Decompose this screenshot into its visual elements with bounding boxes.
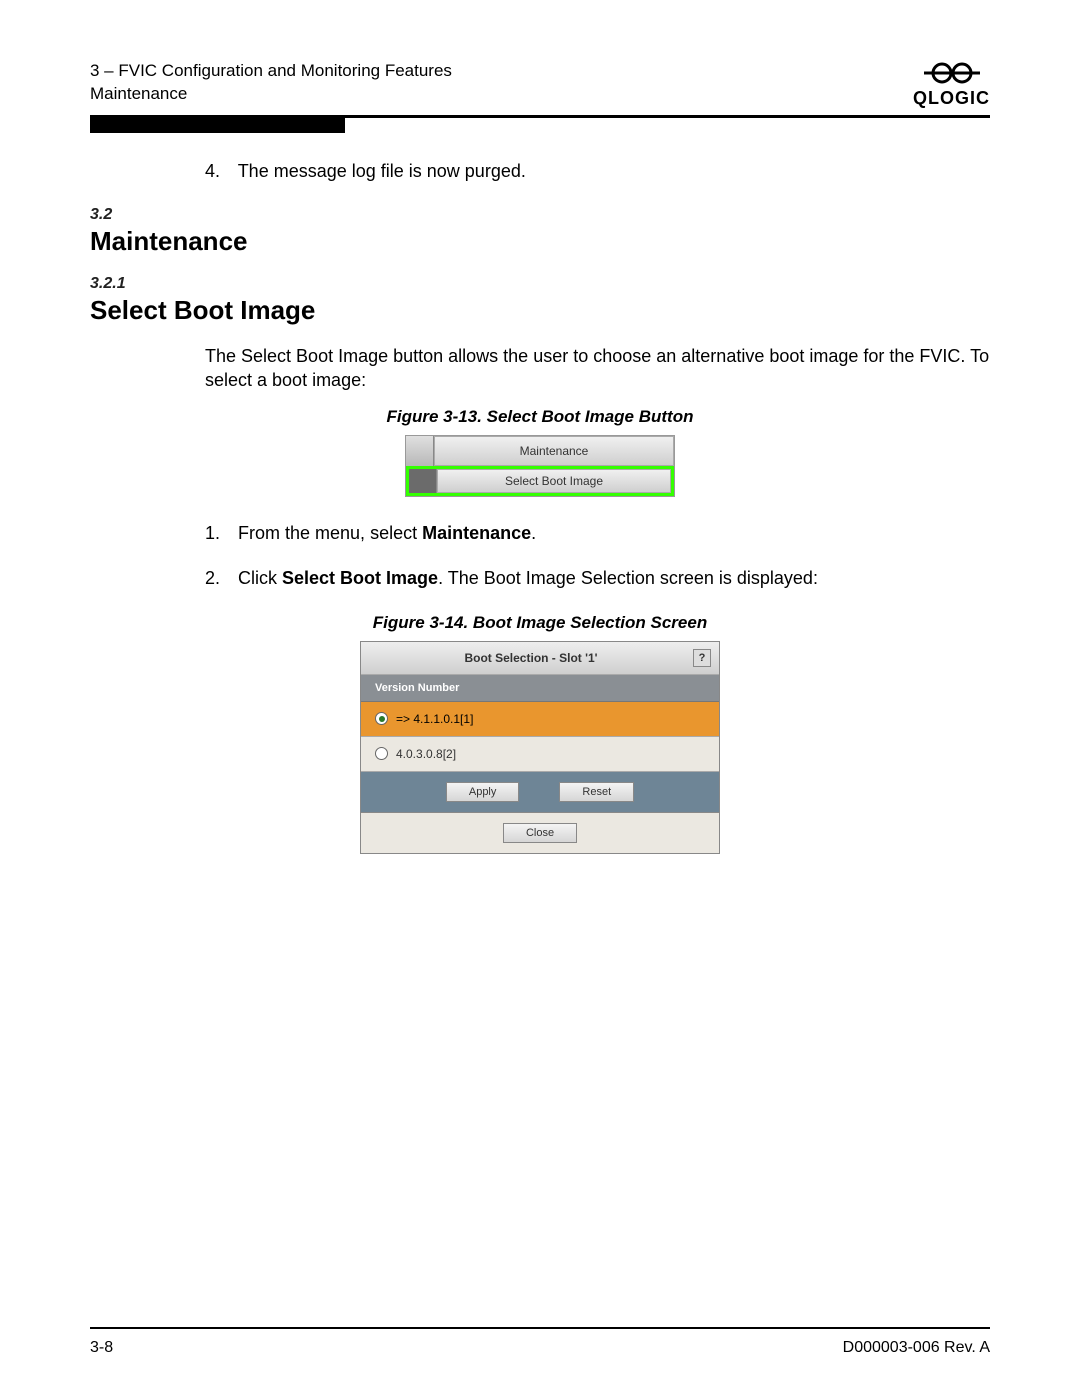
- header-tab-bar: [90, 118, 345, 133]
- header-chapter: 3 – FVIC Configuration and Monitoring Fe…: [90, 60, 452, 83]
- figure-caption-3-14: Figure 3-14. Boot Image Selection Screen: [90, 613, 990, 633]
- list-num: 4.: [205, 161, 233, 182]
- list-text: Click Select Boot Image. The Boot Image …: [238, 568, 818, 588]
- version-label: 4.0.3.0.8[2]: [396, 747, 456, 761]
- select-boot-image-button[interactable]: Select Boot Image: [437, 469, 671, 493]
- list-item: 4. The message log file is now purged.: [205, 161, 990, 182]
- list-text: The message log file is now purged.: [238, 161, 526, 181]
- list-text: From the menu, select Maintenance.: [238, 523, 536, 543]
- doc-id: D000003-006 Rev. A: [843, 1339, 990, 1357]
- list-num: 1.: [205, 523, 233, 544]
- section-heading-select-boot-image: Select Boot Image: [90, 295, 990, 326]
- reset-button[interactable]: Reset: [559, 782, 634, 802]
- menu-handle: [406, 436, 434, 466]
- paragraph: The Select Boot Image button allows the …: [205, 344, 990, 393]
- help-button[interactable]: ?: [693, 649, 711, 667]
- boot-image-option[interactable]: 4.0.3.0.8[2]: [361, 737, 719, 772]
- qlogic-icon: [922, 60, 982, 86]
- dialog-title: Boot Selection - Slot '1': [369, 651, 693, 665]
- list-item: 2. Click Select Boot Image. The Boot Ima…: [205, 568, 990, 589]
- brand-logo: QLOGIC: [913, 60, 990, 109]
- radio-icon[interactable]: [375, 747, 388, 760]
- list-num: 2.: [205, 568, 233, 589]
- figure-3-13: Maintenance Select Boot Image: [405, 435, 675, 497]
- boot-image-option-selected[interactable]: => 4.1.1.0.1[1]: [361, 702, 719, 737]
- section-heading-maintenance: Maintenance: [90, 226, 990, 257]
- section-number-3-2: 3.2: [90, 206, 990, 224]
- apply-button[interactable]: Apply: [446, 782, 520, 802]
- list-item: 1. From the menu, select Maintenance.: [205, 523, 990, 544]
- page-header: 3 – FVIC Configuration and Monitoring Fe…: [90, 60, 990, 118]
- figure-3-14: Boot Selection - Slot '1' ? Version Numb…: [360, 641, 720, 854]
- page-footer: 3-8 D000003-006 Rev. A: [90, 1327, 990, 1357]
- header-section: Maintenance: [90, 83, 452, 106]
- close-button[interactable]: Close: [503, 823, 577, 843]
- menu-handle-selected: [409, 469, 437, 493]
- section-number-3-2-1: 3.2.1: [90, 275, 990, 293]
- figure-caption-3-13: Figure 3-13. Select Boot Image Button: [90, 407, 990, 427]
- radio-icon[interactable]: [375, 712, 388, 725]
- version-label: => 4.1.1.0.1[1]: [396, 712, 473, 726]
- page-number: 3-8: [90, 1339, 113, 1357]
- brand-text: QLOGIC: [913, 88, 990, 109]
- column-header-version: Version Number: [361, 675, 719, 702]
- maintenance-menu-button[interactable]: Maintenance: [434, 436, 674, 466]
